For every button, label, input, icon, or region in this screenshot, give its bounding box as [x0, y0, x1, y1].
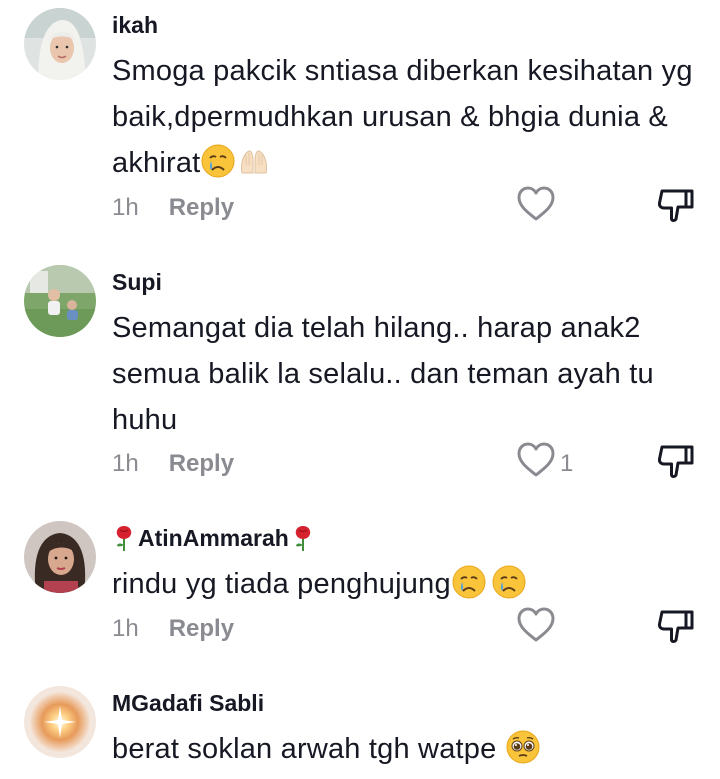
comment-text: Semangat dia telah hilang.. harap anak2 … — [112, 305, 702, 443]
crying-face-emoji — [200, 143, 236, 179]
crying-face-emoji — [491, 564, 527, 600]
like-button[interactable]: 1 — [516, 441, 573, 486]
comment-username[interactable]: ikah — [112, 11, 158, 39]
like-count: 1 — [560, 449, 574, 477]
rose-icon — [112, 524, 136, 552]
pleading-hands-emoji — [236, 143, 272, 179]
comment-text: berat soklan arwah tgh watpe — [112, 726, 702, 772]
comment-time: 1h — [112, 450, 139, 477]
heart-icon — [516, 185, 556, 230]
comment-text-content: rindu yg tiada penghujung — [112, 568, 451, 600]
comment-username[interactable]: Supi — [112, 268, 162, 296]
comment-text: Smoga pakcik sntiasa diberkan kesihatan … — [112, 48, 702, 186]
username-text: Supi — [112, 269, 162, 295]
like-button[interactable] — [516, 185, 560, 230]
comment-text: rindu yg tiada penghujung — [112, 561, 702, 607]
avatar[interactable] — [24, 8, 96, 80]
heart-icon — [516, 441, 556, 486]
avatar[interactable] — [24, 265, 96, 337]
comment-time: 1h — [112, 194, 139, 221]
avatar[interactable] — [24, 686, 96, 758]
comment-meta: 1h Reply — [112, 449, 234, 479]
dislike-button[interactable] — [656, 187, 696, 230]
reply-button[interactable]: Reply — [169, 450, 234, 477]
username-text: MGadafi Sabli — [112, 690, 265, 716]
username-text: AtinAmmarah — [138, 525, 289, 551]
crying-face-emoji — [451, 564, 487, 600]
comment-text-content: Semangat dia telah hilang.. harap anak2 … — [112, 312, 654, 436]
heart-icon — [516, 606, 556, 651]
reply-button[interactable]: Reply — [169, 615, 234, 642]
thumbs-down-icon — [656, 610, 696, 650]
dislike-button[interactable] — [656, 608, 696, 651]
like-button[interactable] — [516, 606, 560, 651]
comment-time: 1h — [112, 615, 139, 642]
avatar[interactable] — [24, 521, 96, 593]
rose-icon — [291, 524, 315, 552]
pleading-face-emoji — [505, 729, 541, 765]
comment-meta: 1h Reply — [112, 614, 234, 644]
reply-button[interactable]: Reply — [169, 194, 234, 221]
comment-meta: 1h Reply — [112, 193, 234, 223]
thumbs-down-icon — [656, 189, 696, 229]
comment-username[interactable]: AtinAmmarah — [112, 524, 315, 552]
thumbs-down-icon — [656, 445, 696, 485]
username-text: ikah — [112, 12, 159, 38]
dislike-button[interactable] — [656, 443, 696, 486]
comment-text-content: berat soklan arwah tgh watpe — [112, 733, 497, 765]
comment-username[interactable]: MGadafi Sabli — [112, 689, 264, 717]
comment-text-content: Smoga pakcik sntiasa diberkan kesihatan … — [112, 55, 693, 179]
